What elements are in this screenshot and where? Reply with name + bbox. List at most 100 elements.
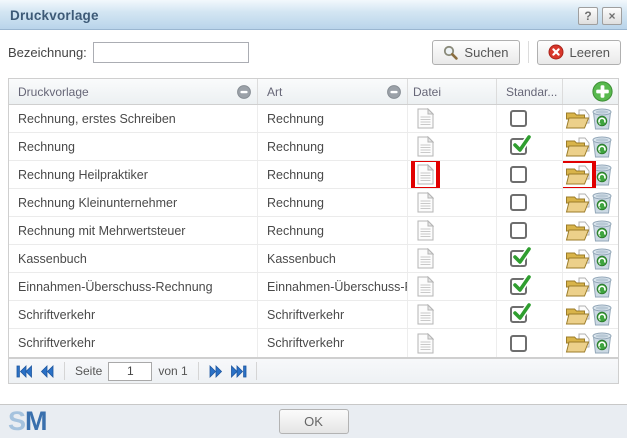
ok-button[interactable]: OK (279, 409, 349, 434)
table-row[interactable]: Rechnung, erstes Schreiben Rechnung (9, 105, 618, 133)
first-page-button[interactable] (14, 361, 34, 381)
check-icon (512, 246, 532, 266)
standard-checkbox[interactable] (510, 335, 527, 352)
page-label: Seite (75, 364, 102, 378)
add-template-button[interactable] (592, 81, 613, 102)
standard-checkbox[interactable] (510, 166, 527, 183)
last-page-button[interactable] (229, 361, 249, 381)
standard-checkbox[interactable] (510, 138, 527, 155)
cell-druckvorlage: Rechnung, erstes Schreiben (9, 105, 258, 132)
trash-icon-button[interactable] (591, 304, 613, 326)
cell-actions (563, 189, 618, 216)
table-row[interactable]: Rechnung mit Mehrwertsteuer Rechnung (9, 217, 618, 245)
trash-icon-button[interactable] (591, 220, 613, 242)
trash-icon-button[interactable] (591, 136, 613, 158)
cell-art: Rechnung (258, 105, 408, 132)
title-bar[interactable]: Druckvorlage ? × (0, 0, 627, 30)
page-count-label: von 1 (158, 364, 187, 378)
cell-art: Schriftverkehr (258, 329, 408, 357)
table-row[interactable]: Einnahmen-Überschuss-Rechnung Einnahmen-… (9, 273, 618, 301)
column-header-standard[interactable]: Standar... (497, 79, 563, 104)
cell-druckvorlage: Rechnung Kleinunternehmer (9, 189, 258, 216)
bezeichnung-input[interactable] (93, 42, 249, 63)
trash-icon-button[interactable] (591, 248, 613, 270)
cell-druckvorlage: Einnahmen-Überschuss-Rechnung (9, 273, 258, 300)
sort-icon[interactable] (387, 85, 401, 99)
folder-icon (565, 221, 590, 241)
cell-standard (497, 245, 563, 272)
standard-checkbox[interactable] (510, 306, 527, 323)
next-page-button[interactable] (206, 361, 226, 381)
standard-checkbox[interactable] (510, 194, 527, 211)
cell-actions (563, 329, 618, 357)
cell-standard (497, 189, 563, 216)
trash-icon-button[interactable] (591, 192, 613, 214)
folder-icon (565, 277, 590, 297)
folder-icon (565, 165, 590, 185)
column-header-druckvorlage[interactable]: Druckvorlage (9, 79, 258, 104)
file-icon-button[interactable] (417, 220, 434, 241)
window-title: Druckvorlage (10, 8, 574, 23)
column-header-actions (563, 79, 618, 104)
standard-checkbox[interactable] (510, 250, 527, 267)
folder-icon (565, 109, 590, 129)
prev-page-button[interactable] (37, 361, 57, 381)
standard-checkbox[interactable] (510, 110, 527, 127)
pagination-bar: Seite von 1 (8, 358, 619, 384)
page-input[interactable] (108, 362, 152, 381)
file-icon (417, 276, 434, 297)
cell-datei (408, 189, 497, 216)
table-row[interactable]: Rechnung Rechnung (9, 133, 618, 161)
cell-actions (563, 105, 618, 132)
folder-icon-button[interactable] (565, 277, 590, 297)
standard-checkbox[interactable] (510, 222, 527, 239)
table-row[interactable]: Kassenbuch Kassenbuch (9, 245, 618, 273)
trash-icon-button[interactable] (591, 332, 613, 354)
column-header-datei[interactable]: Datei (408, 79, 497, 104)
trash-recycle-icon (591, 248, 613, 270)
file-icon (417, 164, 434, 185)
file-icon-button[interactable] (417, 108, 434, 129)
file-icon-button[interactable] (417, 276, 434, 297)
grid-body: Rechnung, erstes Schreiben Rechnung (9, 105, 618, 357)
file-icon-button[interactable] (417, 248, 434, 269)
folder-icon (565, 305, 590, 325)
table-row[interactable]: Rechnung Kleinunternehmer Rechnung (9, 189, 618, 217)
file-icon-button[interactable] (417, 304, 434, 325)
table-row[interactable]: Rechnung Heilpraktiker Rechnung (9, 161, 618, 189)
folder-icon-button[interactable] (565, 333, 590, 353)
sort-icon[interactable] (237, 85, 251, 99)
trash-icon-button[interactable] (591, 108, 613, 130)
folder-icon-button[interactable] (565, 165, 590, 185)
file-icon-button[interactable] (417, 333, 434, 354)
help-button[interactable]: ? (578, 7, 598, 25)
cell-datei (408, 217, 497, 244)
file-icon-button[interactable] (417, 164, 434, 185)
folder-icon-button[interactable] (565, 109, 590, 129)
close-button[interactable]: × (602, 7, 622, 25)
sm-logo-s: S (8, 406, 25, 436)
column-header-standard-label: Standar... (506, 85, 557, 99)
footer-bar: SM OK (0, 404, 627, 438)
folder-icon-button[interactable] (565, 221, 590, 241)
search-toolbar: Bezeichnung: Suchen Leeren (0, 31, 627, 73)
folder-icon-button[interactable] (565, 137, 590, 157)
file-icon-button[interactable] (417, 136, 434, 157)
column-header-art[interactable]: Art (258, 79, 408, 104)
column-header-art-label: Art (267, 85, 282, 99)
file-icon (417, 304, 434, 325)
clear-icon (548, 44, 564, 60)
clear-button[interactable]: Leeren (537, 40, 621, 65)
search-button[interactable]: Suchen (432, 40, 519, 65)
trash-icon-button[interactable] (591, 164, 613, 186)
trash-icon-button[interactable] (591, 276, 613, 298)
standard-checkbox[interactable] (510, 278, 527, 295)
table-row[interactable]: Schriftverkehr Schriftverkehr (9, 329, 618, 357)
table-row[interactable]: Schriftverkehr Schriftverkehr (9, 301, 618, 329)
folder-icon-button[interactable] (565, 193, 590, 213)
trash-recycle-icon (591, 136, 613, 158)
folder-icon-button[interactable] (565, 249, 590, 269)
cell-datei (408, 329, 497, 357)
folder-icon-button[interactable] (565, 305, 590, 325)
file-icon-button[interactable] (417, 192, 434, 213)
